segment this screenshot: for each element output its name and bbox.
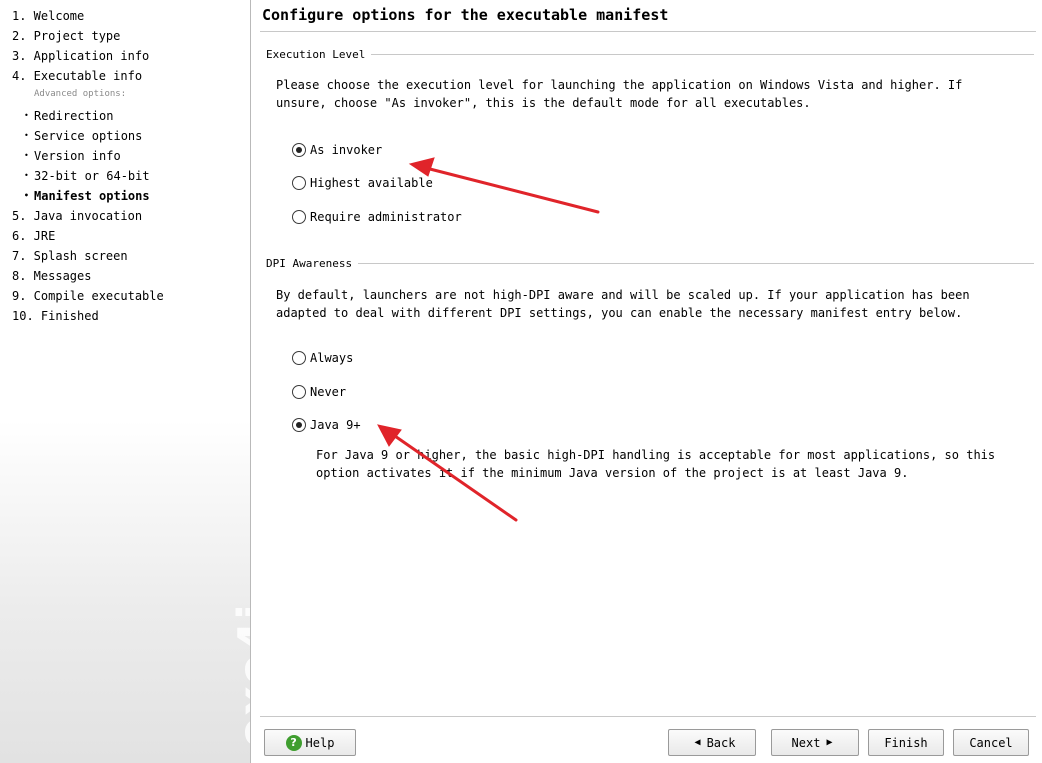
radio-require-administrator[interactable]: Require administrator [292,210,462,224]
finish-button[interactable]: Finish [868,729,944,756]
radio-as-invoker[interactable]: As invoker [292,143,382,157]
next-arrow-icon: ▶ [826,737,833,748]
execution-level-description: Please choose the execution level for la… [276,78,963,110]
radio-always[interactable]: Always [292,351,353,365]
radio-label: Highest available [310,176,433,190]
step-java-invocation[interactable]: 5. Java invocation [12,208,142,224]
group-divider [358,263,1034,264]
radio-label: Java 9+ [310,418,361,432]
step-finished[interactable]: 10. Finished [12,308,99,324]
java-9-note: For Java 9 or higher, the basic high-DPI… [316,448,996,480]
button-bar-divider [260,716,1036,717]
radio-label: As invoker [310,143,383,157]
step-application-info[interactable]: 3. Application info [12,48,149,64]
step-messages[interactable]: 8. Messages [12,268,91,284]
step-version-info[interactable]: Version info [24,148,121,164]
main-panel: Configure options for the executable man… [252,0,1042,763]
radio-label: Always [310,351,354,365]
advanced-options-label: Advanced options: [34,89,127,99]
radio-never[interactable]: Never [292,385,346,399]
page-title: Configure options for the executable man… [262,6,669,24]
help-button[interactable]: ? Help [264,729,356,756]
step-compile-executable[interactable]: 9. Compile executable [12,288,164,304]
radio-label: Never [310,385,347,399]
step-executable-info[interactable]: 4. Executable info [12,68,142,84]
radio-indicator[interactable] [292,210,306,224]
step-jre[interactable]: 6. JRE [12,228,55,244]
step-splash-screen[interactable]: 7. Splash screen [12,248,128,264]
help-label: Help [305,735,335,750]
help-icon: ? [285,734,302,751]
back-arrow-icon: ◀ [694,737,701,748]
radio-indicator[interactable] [292,351,306,365]
dpi-awareness-heading: DPI Awareness [266,257,353,270]
cancel-button[interactable]: Cancel [953,729,1029,756]
radio-indicator[interactable] [292,385,306,399]
cancel-label: Cancel [969,735,1013,750]
exe4j-watermark-logo: exe4j [228,603,251,748]
step-32-or-64-bit[interactable]: 32-bit or 64-bit [24,168,150,184]
group-divider [371,54,1034,55]
step-manifest-options[interactable]: Manifest options [24,188,150,204]
title-divider [260,31,1036,32]
execution-level-group-header: Execution Level [266,48,1034,61]
radio-java-9-plus[interactable]: Java 9+ [292,418,361,432]
radio-indicator[interactable] [292,176,306,190]
execution-level-heading: Execution Level [266,48,366,61]
next-label: Next [791,735,821,750]
finish-label: Finish [884,735,928,750]
radio-highest-available[interactable]: Highest available [292,176,433,190]
dpi-awareness-description: By default, launchers are not high-DPI a… [276,288,970,320]
step-welcome[interactable]: 1. Welcome [12,8,84,24]
radio-label: Require administrator [310,210,462,224]
step-service-options[interactable]: Service options [24,128,142,144]
next-button[interactable]: Next ▶ [771,729,859,756]
step-redirection[interactable]: Redirection [24,108,114,124]
back-button[interactable]: ◀ Back [668,729,756,756]
wizard-sidebar: 1. Welcome 2. Project type 3. Applicatio… [0,0,251,763]
radio-selected-indicator[interactable] [292,143,306,157]
radio-selected-indicator[interactable] [292,418,306,432]
step-project-type[interactable]: 2. Project type [12,28,120,44]
back-label: Back [706,735,736,750]
dpi-awareness-group-header: DPI Awareness [266,257,1034,270]
